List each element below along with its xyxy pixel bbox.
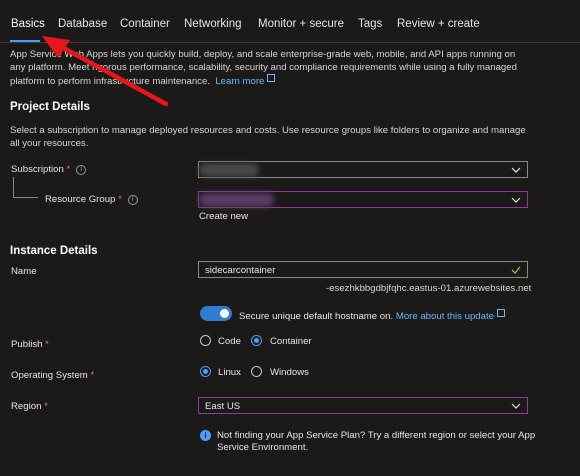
annotation-arrow <box>42 36 169 107</box>
arrow-shaft <box>57 43 169 107</box>
